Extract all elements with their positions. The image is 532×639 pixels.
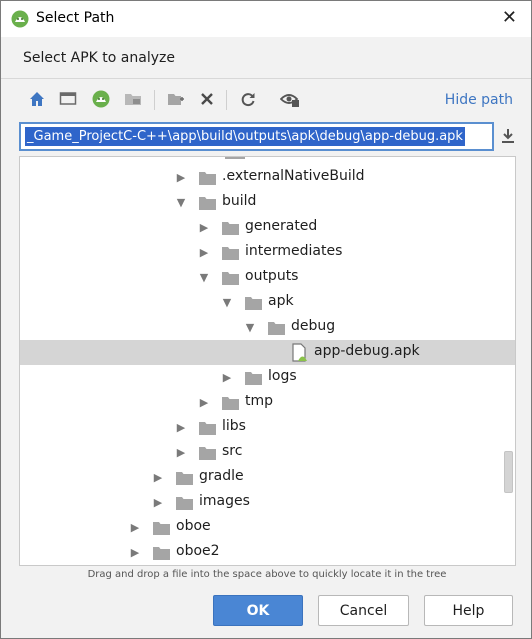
- select-path-dialog: Select Path ✕ Select APK to analyze Hide…: [0, 0, 532, 639]
- tree-item-label: generated: [245, 218, 318, 234]
- tree-folder-row[interactable]: ▼ build: [20, 190, 515, 215]
- tree-folder-row[interactable]: ▶ oboe: [20, 515, 515, 540]
- folder-icon: [222, 247, 239, 260]
- dialog-subtitle: Select APK to analyze: [23, 50, 175, 66]
- tree-item-label: build: [222, 193, 257, 209]
- tree-item-label: intermediates: [245, 243, 343, 259]
- tree-item-label: oboe2: [176, 543, 220, 559]
- collapse-arrow-icon[interactable]: ▼: [197, 265, 211, 290]
- tree-folder-row[interactable]: ▶ oboe2: [20, 540, 515, 565]
- tree-item-label: src: [222, 443, 243, 459]
- tree-file-row[interactable]: app-debug.apk: [20, 340, 515, 365]
- path-selected-text: _Game_ProjectC-C++\app\build\outputs\apk…: [25, 127, 465, 146]
- home-icon[interactable]: [25, 87, 49, 111]
- file-tree[interactable]: ▶ .externalNativeBuild ▼ build ▶ generated ▶ in…: [19, 156, 516, 566]
- tree-item-label: apk: [268, 293, 294, 309]
- folder-icon: [222, 397, 239, 410]
- folder-icon: [153, 547, 170, 560]
- folder-icon: [225, 157, 245, 159]
- help-button[interactable]: Help: [424, 595, 513, 626]
- expand-arrow-icon[interactable]: ▶: [151, 490, 165, 515]
- header-divider: [1, 78, 531, 79]
- folder-icon: [222, 222, 239, 235]
- hide-path-link[interactable]: Hide path: [445, 92, 513, 108]
- tree-item-label: images: [199, 493, 250, 509]
- android-studio-icon: [11, 10, 29, 28]
- toolbar-separator: [226, 90, 227, 110]
- tree-folder-row[interactable]: ▶ src: [20, 440, 515, 465]
- tree-folder-row[interactable]: ▶ intermediates: [20, 240, 515, 265]
- tree-folder-row[interactable]: ▼ debug: [20, 315, 515, 340]
- tree-item-label: libs: [222, 418, 246, 434]
- expand-arrow-icon[interactable]: ▶: [197, 240, 211, 265]
- tree-item-label: oboe: [176, 518, 211, 534]
- module-folder-icon[interactable]: [121, 87, 145, 111]
- collapse-arrow-icon[interactable]: ▼: [220, 290, 234, 315]
- apk-file-icon: [292, 343, 307, 362]
- download-icon[interactable]: [498, 126, 518, 146]
- tree-item-label: .externalNativeBuild: [222, 168, 365, 184]
- tree-item-label: outputs: [245, 268, 299, 284]
- drag-drop-hint: Drag and drop a file into the space abov…: [87, 569, 447, 580]
- delete-icon[interactable]: [195, 87, 219, 111]
- folder-icon: [199, 447, 216, 460]
- tree-item-label: gradle: [199, 468, 244, 484]
- tree-folder-row[interactable]: ▶ gradle: [20, 465, 515, 490]
- desktop-icon[interactable]: [56, 87, 80, 111]
- new-folder-icon[interactable]: [164, 87, 188, 111]
- cancel-button[interactable]: Cancel: [318, 595, 409, 626]
- expand-arrow-icon[interactable]: ▶: [197, 215, 211, 240]
- tree-folder-row[interactable]: ▼ outputs: [20, 265, 515, 290]
- expand-arrow-icon[interactable]: ▶: [128, 515, 142, 540]
- expand-arrow-icon[interactable]: ▶: [151, 465, 165, 490]
- project-icon[interactable]: [89, 87, 113, 111]
- ok-button[interactable]: OK: [213, 595, 303, 626]
- folder-icon: [176, 497, 193, 510]
- expand-arrow-icon[interactable]: ▶: [128, 540, 142, 565]
- tree-folder-row[interactable]: ▶ images: [20, 490, 515, 515]
- path-input[interactable]: _Game_ProjectC-C++\app\build\outputs\apk…: [19, 122, 494, 151]
- tree-folder-row[interactable]: ▼ apk: [20, 290, 515, 315]
- tree-item-label: app-debug.apk: [314, 343, 420, 359]
- folder-icon: [199, 422, 216, 435]
- folder-icon: [268, 322, 285, 335]
- expand-arrow-icon[interactable]: ▶: [174, 415, 188, 440]
- tree-folder-row[interactable]: ▶ generated: [20, 215, 515, 240]
- tree-folder-row[interactable]: ▶ tmp: [20, 390, 515, 415]
- folder-icon: [176, 472, 193, 485]
- window-title: Select Path: [36, 10, 115, 26]
- folder-icon: [153, 522, 170, 535]
- expand-arrow-icon[interactable]: ▶: [197, 390, 211, 415]
- folder-icon: [222, 272, 239, 285]
- folder-icon: [199, 197, 216, 210]
- expand-arrow-icon[interactable]: ▶: [220, 365, 234, 390]
- tree-scrollbar-thumb[interactable]: [504, 451, 513, 493]
- folder-icon: [199, 172, 216, 185]
- title-bar: Select Path ✕: [1, 1, 531, 37]
- tree-folder-row[interactable]: ▶ .externalNativeBuild: [20, 165, 515, 190]
- tree-item-label: logs: [268, 368, 297, 384]
- expand-arrow-icon[interactable]: ▶: [174, 165, 188, 190]
- tree-item-label: tmp: [245, 393, 274, 409]
- close-icon[interactable]: ✕: [502, 8, 517, 28]
- collapse-arrow-icon[interactable]: ▼: [174, 190, 188, 215]
- tree-folder-row[interactable]: ▶ libs: [20, 415, 515, 440]
- folder-icon: [245, 297, 262, 310]
- file-chooser-toolbar: Hide path: [23, 87, 513, 113]
- collapse-arrow-icon[interactable]: ▼: [243, 315, 257, 340]
- toolbar-separator: [154, 90, 155, 110]
- expand-arrow-icon[interactable]: ▶: [174, 440, 188, 465]
- show-hidden-icon[interactable]: [278, 87, 302, 111]
- folder-icon: [245, 372, 262, 385]
- tree-folder-row[interactable]: ▶ logs: [20, 365, 515, 390]
- refresh-icon[interactable]: [236, 87, 260, 111]
- tree-item-label: debug: [291, 318, 336, 334]
